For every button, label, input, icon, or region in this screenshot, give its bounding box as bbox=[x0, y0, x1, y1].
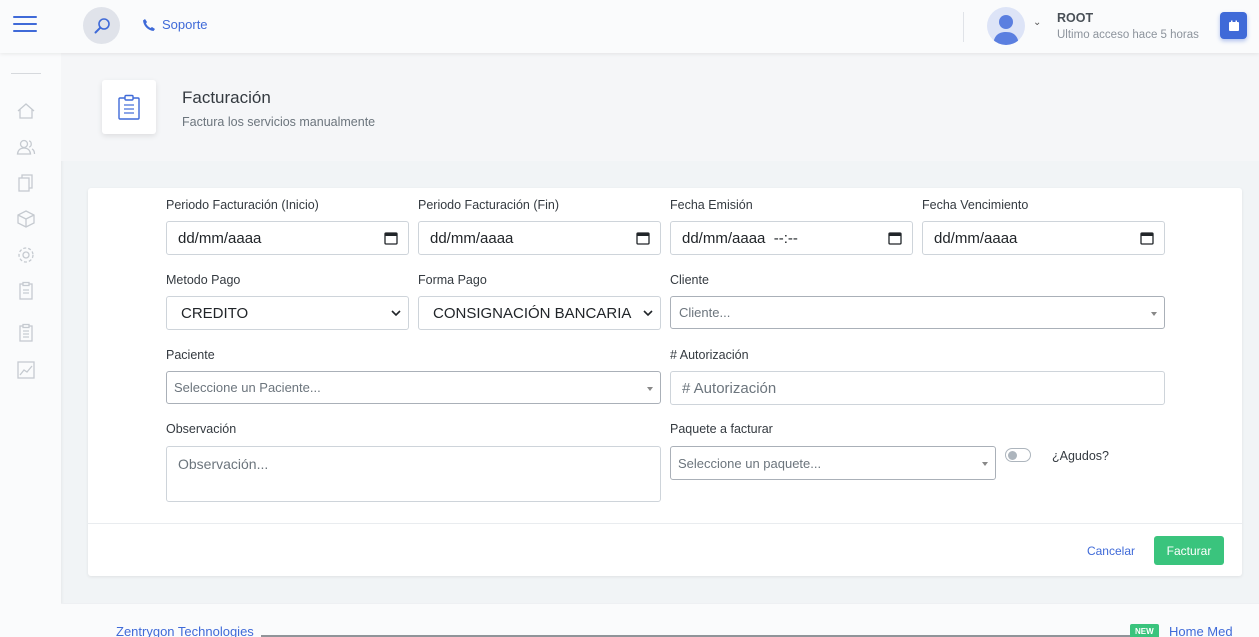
calendar-icon[interactable] bbox=[384, 231, 398, 245]
chart-icon[interactable] bbox=[16, 360, 36, 380]
forma-pago-value: CONSIGNACIÓN BANCARIA bbox=[433, 304, 632, 322]
calendar-icon[interactable] bbox=[888, 231, 902, 245]
support-label: Soporte bbox=[162, 17, 208, 32]
periodo-fin-value: dd/mm/aaaa bbox=[430, 229, 514, 247]
fecha-vencimiento-value: dd/mm/aaaa bbox=[934, 229, 1018, 247]
clipboard-icon[interactable] bbox=[16, 281, 36, 301]
user-avatar-icon bbox=[993, 15, 1019, 45]
dropdown-arrow-icon bbox=[982, 462, 988, 466]
periodo-fin-label: Periodo Facturación (Fin) bbox=[418, 198, 560, 212]
user-name: ROOT bbox=[1057, 11, 1094, 25]
top-header: Soporte ⌄ ROOT Ultimo acceso hace 5 hora… bbox=[0, 0, 1259, 53]
observacion-label: Observación bbox=[166, 422, 237, 436]
toggle-knob bbox=[1008, 451, 1017, 460]
dropdown-arrow-icon bbox=[647, 387, 653, 391]
periodo-inicio-input[interactable]: dd/mm/aaaa bbox=[166, 221, 409, 255]
cliente-placeholder: Cliente... bbox=[679, 305, 731, 320]
fecha-vencimiento-label: Fecha Vencimiento bbox=[922, 198, 1029, 212]
page-title: Facturación bbox=[182, 88, 271, 107]
support-link[interactable]: Soporte bbox=[142, 17, 208, 32]
observacion-textarea[interactable]: Observación... bbox=[166, 446, 661, 502]
menu-toggle-icon[interactable] bbox=[13, 16, 37, 34]
calendar-icon[interactable] bbox=[1140, 231, 1154, 245]
autorizacion-label: # Autorización bbox=[670, 348, 749, 362]
paquete-select[interactable]: Seleccione un paquete... bbox=[670, 446, 996, 480]
metodo-pago-select[interactable]: CREDITO bbox=[166, 296, 409, 330]
periodo-inicio-value: dd/mm/aaaa bbox=[178, 229, 262, 247]
autorizacion-placeholder: # Autorización bbox=[682, 379, 777, 397]
page-title-area: Facturación Factura los servicios manual… bbox=[61, 53, 1259, 161]
periodo-fin-input[interactable]: dd/mm/aaaa bbox=[418, 221, 661, 255]
paquete-placeholder: Seleccione un paquete... bbox=[678, 455, 822, 471]
metodo-pago-value: CREDITO bbox=[181, 304, 249, 322]
search-icon bbox=[94, 17, 110, 33]
sidebar-divider bbox=[11, 73, 41, 74]
dropdown-arrow-icon bbox=[1151, 312, 1157, 316]
phone-icon bbox=[143, 18, 155, 31]
card-footer: Cancelar Facturar bbox=[88, 523, 1242, 576]
company-link[interactable]: Zentrygon Technologies bbox=[116, 624, 254, 637]
periodo-inicio-label: Periodo Facturación (Inicio) bbox=[166, 198, 319, 212]
last-access-text: Ultimo acceso hace 5 horas bbox=[1057, 29, 1199, 41]
documents-icon[interactable] bbox=[16, 173, 36, 193]
forma-pago-label: Forma Pago bbox=[418, 273, 487, 287]
metodo-pago-label: Metodo Pago bbox=[166, 273, 241, 287]
chevron-down-icon bbox=[643, 310, 653, 317]
page-subtitle: Factura los servicios manualmente bbox=[182, 115, 376, 129]
home-med-link[interactable]: Home Med bbox=[1169, 624, 1233, 637]
page-footer: Zentrygon Technologies NEW Home Med bbox=[61, 603, 1259, 637]
home-icon[interactable] bbox=[16, 101, 36, 121]
facturar-button[interactable]: Facturar bbox=[1154, 536, 1224, 565]
billing-form-card: Periodo Facturación (Inicio) dd/mm/aaaa … bbox=[88, 188, 1242, 576]
clipboard-icon bbox=[118, 94, 140, 120]
paciente-select[interactable]: Seleccione un Paciente... bbox=[166, 371, 661, 404]
fecha-emision-input[interactable]: dd/mm/aaaa --:-- bbox=[670, 221, 913, 255]
clipboard-list-icon[interactable] bbox=[16, 323, 36, 343]
calendar-icon bbox=[1228, 20, 1239, 31]
page-icon-box bbox=[102, 80, 156, 134]
header-divider bbox=[963, 12, 964, 42]
cancel-button[interactable]: Cancelar bbox=[1087, 544, 1135, 558]
users-icon[interactable] bbox=[16, 137, 36, 157]
cliente-label: Cliente bbox=[670, 273, 709, 287]
new-badge: NEW bbox=[1130, 624, 1159, 637]
chevron-down-icon[interactable]: ⌄ bbox=[1033, 17, 1041, 28]
search-button[interactable] bbox=[83, 7, 120, 44]
paquete-label: Paquete a facturar bbox=[670, 422, 773, 436]
sidebar bbox=[0, 53, 61, 637]
cliente-select[interactable]: Cliente... bbox=[670, 296, 1165, 329]
paciente-label: Paciente bbox=[166, 348, 215, 362]
calendar-icon[interactable] bbox=[636, 231, 650, 245]
paciente-placeholder: Seleccione un Paciente... bbox=[174, 380, 321, 395]
agudos-label: ¿Agudos? bbox=[1052, 449, 1109, 463]
observacion-placeholder: Observación... bbox=[178, 456, 269, 472]
fecha-emision-value: dd/mm/aaaa --:-- bbox=[682, 229, 798, 247]
autorizacion-input[interactable]: # Autorización bbox=[670, 371, 1165, 405]
settings-icon[interactable] bbox=[16, 245, 36, 265]
avatar[interactable] bbox=[987, 7, 1025, 45]
agudos-toggle[interactable] bbox=[1005, 448, 1031, 462]
forma-pago-select[interactable]: CONSIGNACIÓN BANCARIA bbox=[418, 296, 661, 330]
fecha-emision-label: Fecha Emisión bbox=[670, 198, 753, 212]
calendar-button[interactable] bbox=[1220, 12, 1247, 39]
fecha-vencimiento-input[interactable]: dd/mm/aaaa bbox=[922, 221, 1165, 255]
chevron-down-icon bbox=[391, 310, 401, 317]
box-icon[interactable] bbox=[16, 209, 36, 229]
